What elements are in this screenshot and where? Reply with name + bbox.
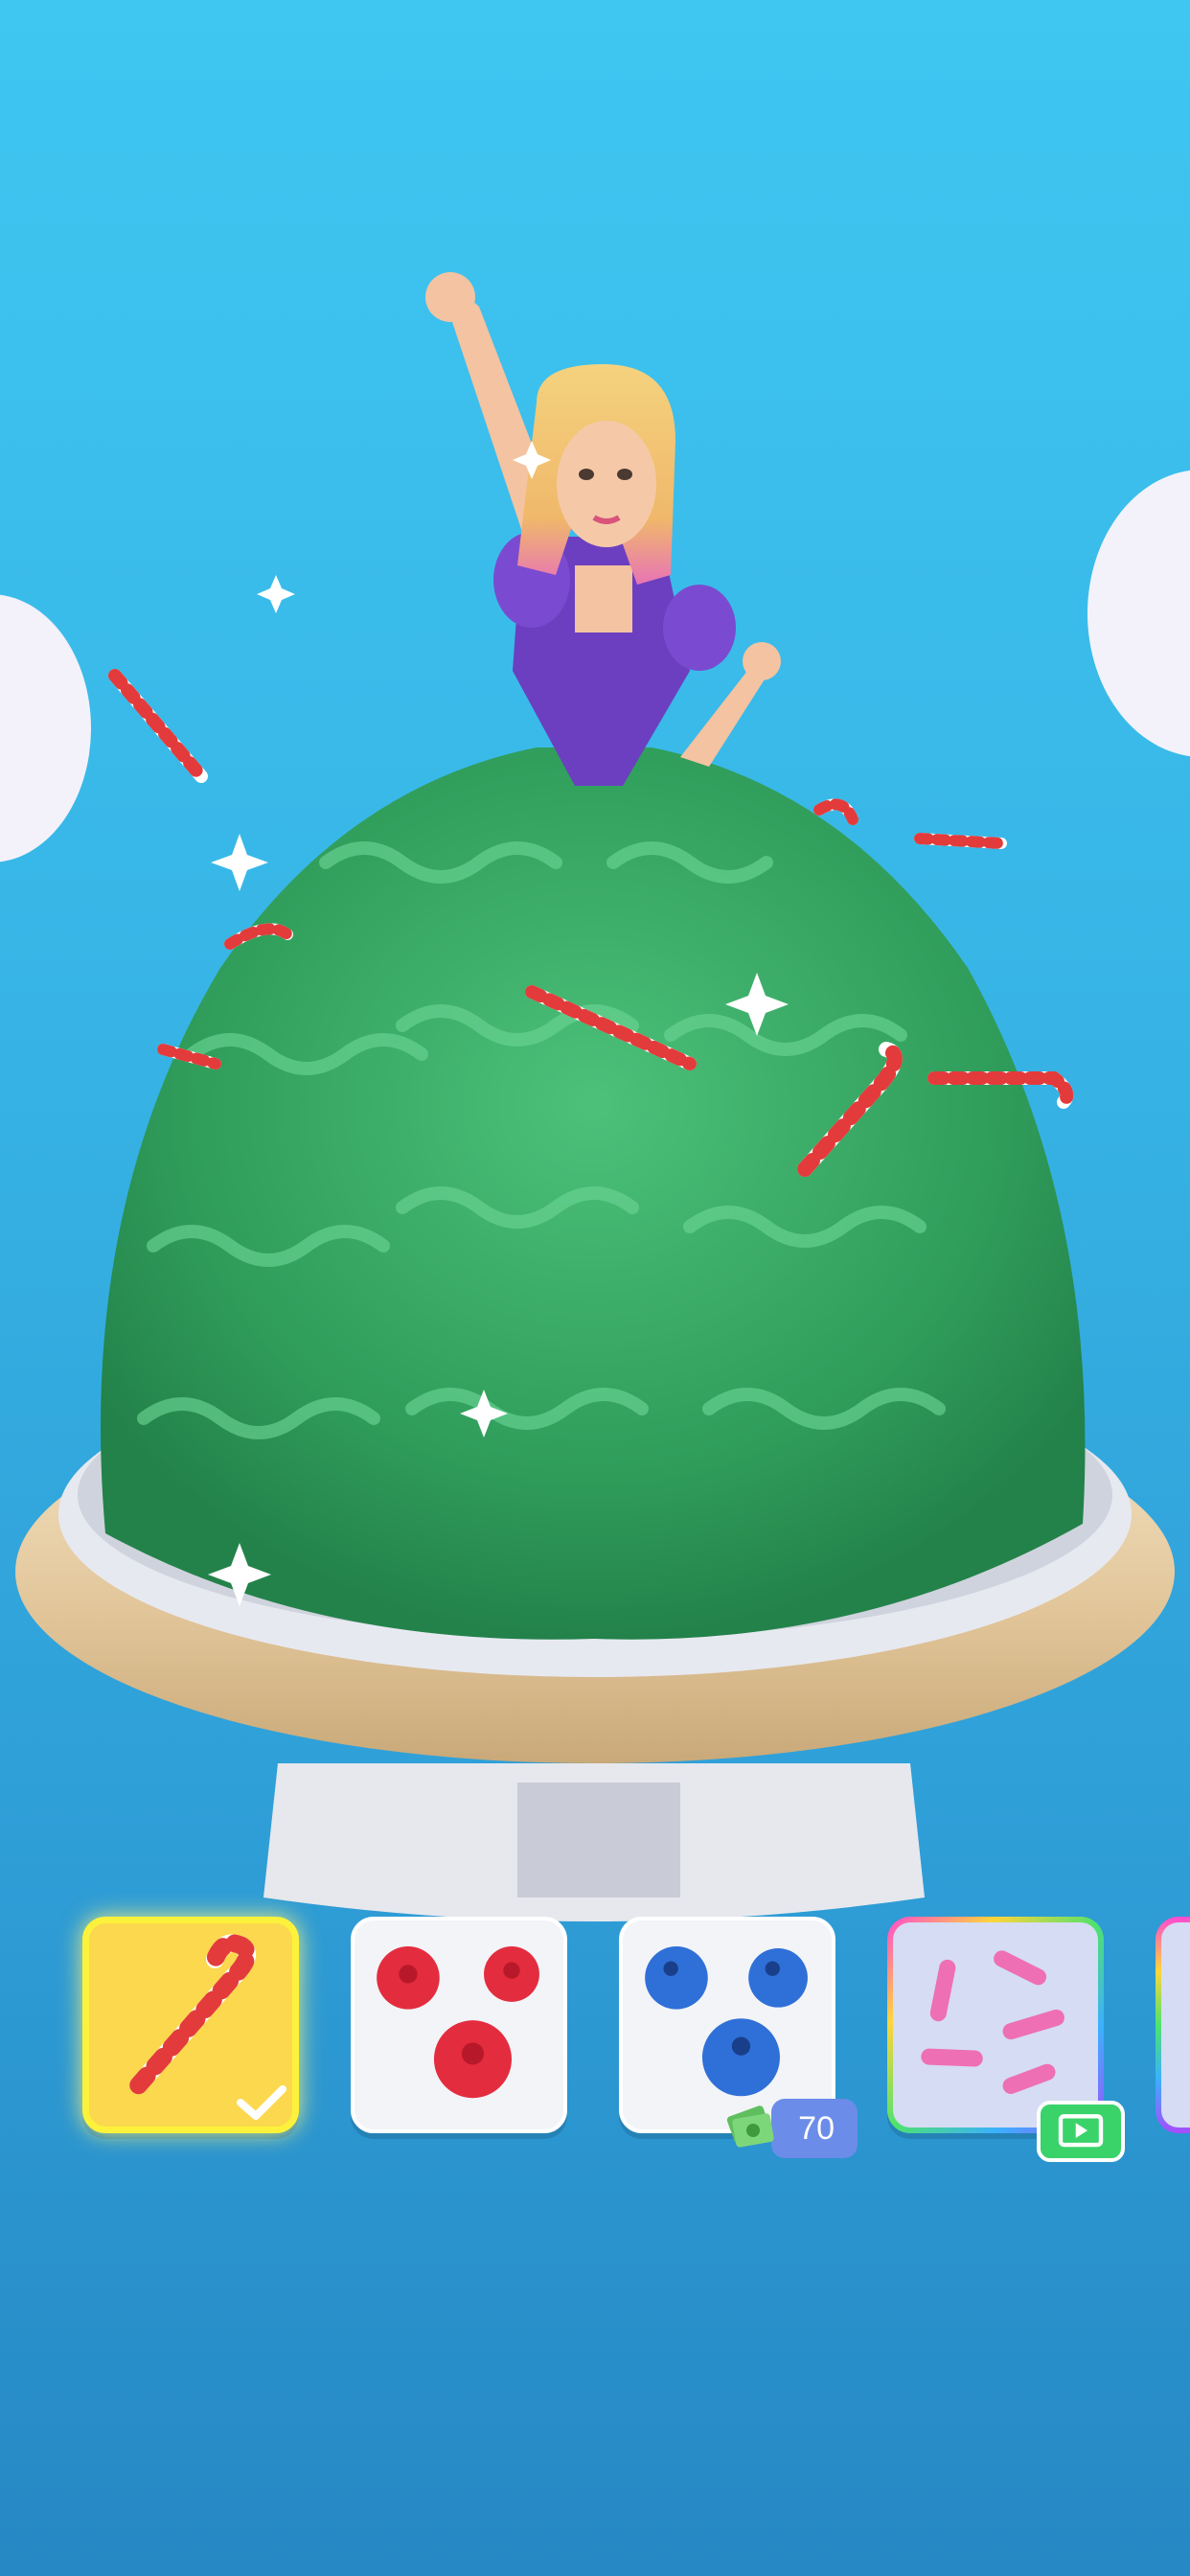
side-plate-right <box>1087 470 1190 757</box>
sprinkles-icon <box>921 1950 1064 2094</box>
topping-selector-tray <box>0 1907 1190 2156</box>
cake-scene-art <box>0 272 1190 1921</box>
video-ad-icon <box>1058 2114 1104 2148</box>
video-ad-badge[interactable] <box>1037 2101 1125 2162</box>
doll-figure <box>425 272 781 786</box>
check-icon <box>237 2085 286 2120</box>
price-badge: 70 <box>771 2099 858 2158</box>
cash-icon <box>726 2105 774 2148</box>
topping-item-next-partial[interactable] <box>1156 1917 1190 2133</box>
topping-item-raspberries[interactable] <box>351 1917 567 2133</box>
price-text: 70 <box>798 2110 835 2147</box>
raspberry-icon <box>377 1946 539 2099</box>
game-scene <box>0 0 1190 2576</box>
side-plate-left <box>0 594 91 862</box>
cake-stand-pillar <box>517 1782 680 1898</box>
